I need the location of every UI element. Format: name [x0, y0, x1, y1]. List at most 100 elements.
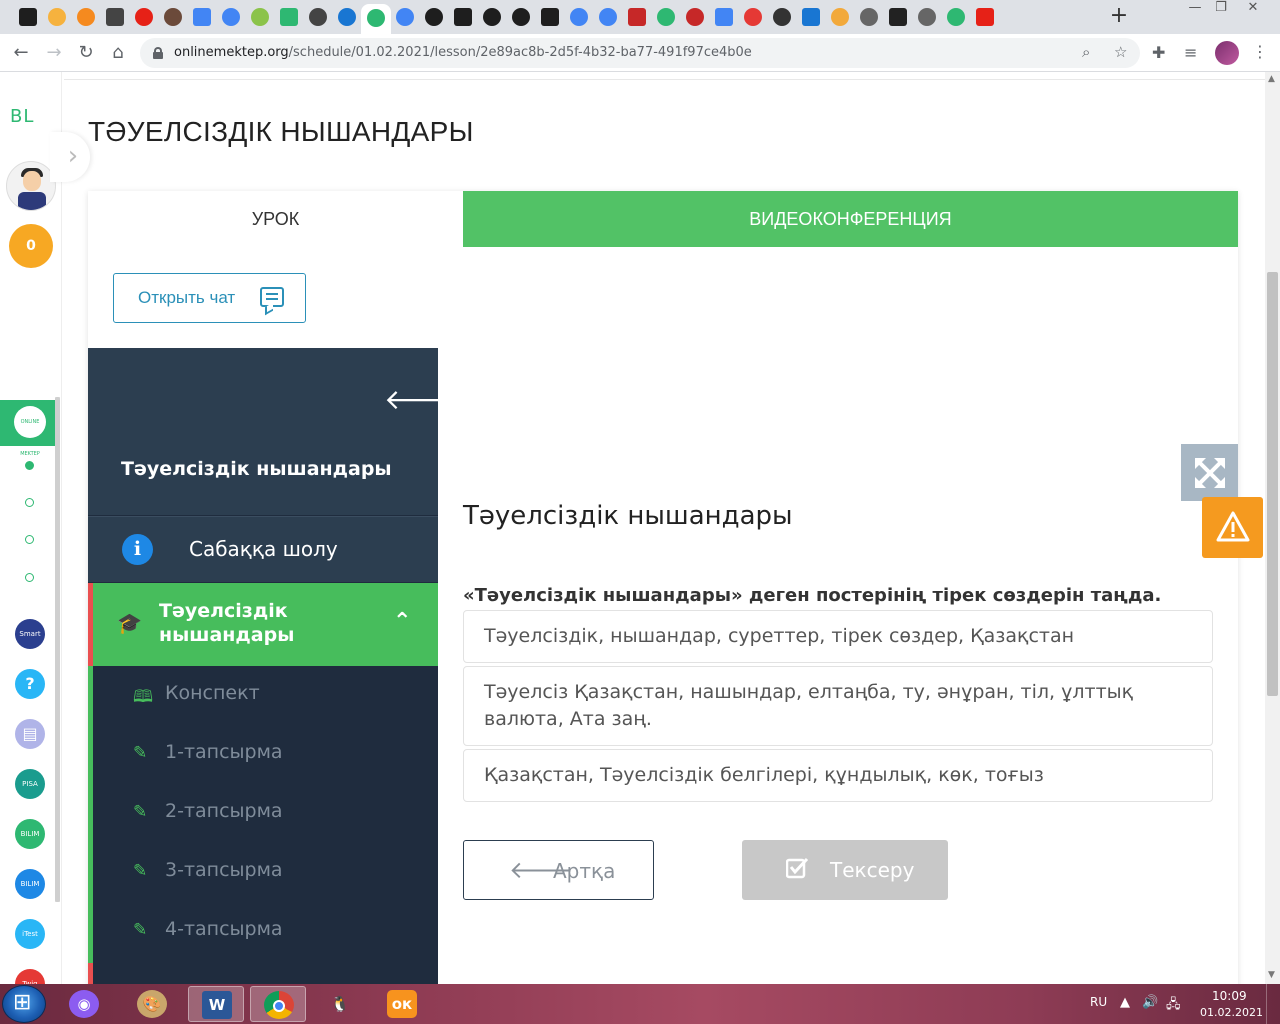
- browser-tab[interactable]: [251, 8, 269, 26]
- bookmark-star-icon[interactable]: ☆: [1114, 43, 1127, 61]
- sidebar-sub-item[interactable]: 🕮 Конспект: [93, 666, 438, 725]
- address-bar[interactable]: onlinemektep.org/schedule/01.02.2021/les…: [140, 38, 1140, 68]
- browser-tab[interactable]: [425, 8, 443, 26]
- browser-tab[interactable]: [889, 8, 907, 26]
- scroll-down-icon[interactable]: ▼: [1268, 970, 1275, 980]
- coins-badge[interactable]: 0: [9, 224, 53, 268]
- answer-option[interactable]: Тәуелсіз Қазақстан, нашындар, елтаңба, т…: [463, 666, 1213, 746]
- browser-tab[interactable]: [773, 8, 791, 26]
- tab-lesson[interactable]: УРОК: [88, 191, 463, 247]
- sidebar-item-active-section[interactable]: 🎓 Тәуелсіздік нышандары ⌃: [88, 583, 438, 666]
- url-text[interactable]: onlinemektep.org/schedule/01.02.2021/les…: [174, 45, 752, 60]
- rail-app-icon[interactable]: ?: [15, 669, 45, 699]
- reload-icon[interactable]: ↻: [74, 41, 98, 65]
- show-desktop-button[interactable]: [1266, 984, 1280, 1024]
- start-button[interactable]: [2, 985, 46, 1023]
- browser-tab[interactable]: [106, 8, 124, 26]
- answer-option[interactable]: Қазақстан, Тәуелсіздік белгілері, құндыл…: [463, 749, 1213, 802]
- arrow-left-icon[interactable]: 🡐: [384, 382, 459, 416]
- browser-tab[interactable]: [222, 8, 240, 26]
- browser-tab[interactable]: [164, 8, 182, 26]
- browser-tab[interactable]: [454, 8, 472, 26]
- home-icon[interactable]: ⌂: [106, 41, 130, 65]
- zoom-icon[interactable]: ⌕: [1082, 43, 1090, 61]
- taskbar-app-alice[interactable]: ◉: [56, 986, 112, 1022]
- browser-tab[interactable]: [657, 8, 675, 26]
- tray-date[interactable]: 01.02.2021: [1200, 1006, 1263, 1019]
- minimize-button[interactable]: —: [1182, 0, 1208, 18]
- browser-tab[interactable]: [918, 8, 936, 26]
- page-scrollbar[interactable]: [1267, 272, 1278, 696]
- rail-app-icon[interactable]: PISA: [15, 769, 45, 799]
- tray-time[interactable]: 10:09: [1212, 989, 1247, 1003]
- browser-tab[interactable]: [570, 8, 588, 26]
- rail-scrollbar[interactable]: [55, 397, 60, 902]
- browser-tab[interactable]: [744, 8, 762, 26]
- sidebar-sub-item[interactable]: ✎ 1-тапсырма: [93, 725, 438, 784]
- sidebar-sub-item[interactable]: ✎ 2-тапсырма: [93, 784, 438, 843]
- sidebar-item-overview[interactable]: i Сабаққа шолу: [88, 516, 438, 582]
- rail-app-icon[interactable]: ▤: [15, 719, 45, 749]
- rail-dot[interactable]: [25, 498, 34, 507]
- back-button[interactable]: 🡐 Артқа: [463, 840, 654, 900]
- browser-tab[interactable]: [338, 8, 356, 26]
- browser-tab[interactable]: [947, 8, 965, 26]
- browser-tab[interactable]: [396, 8, 414, 26]
- browser-tab[interactable]: [860, 8, 878, 26]
- taskbar-app-chrome[interactable]: [250, 986, 306, 1022]
- browser-tab[interactable]: [715, 8, 733, 26]
- answer-option[interactable]: Тәуелсіздік, нышандар, суреттер, тірек с…: [463, 610, 1213, 663]
- rail-dot[interactable]: [25, 573, 34, 582]
- volume-icon[interactable]: 🔊: [1142, 995, 1158, 1010]
- browser-tab[interactable]: [77, 8, 95, 26]
- report-warning-button[interactable]: [1202, 497, 1263, 558]
- reading-list-icon[interactable]: ≡: [1184, 43, 1197, 62]
- browser-tab[interactable]: [309, 8, 327, 26]
- rail-dot[interactable]: [25, 461, 34, 470]
- taskbar-app-penguin[interactable]: 🐧: [312, 986, 368, 1022]
- chevron-up-icon[interactable]: ⌃: [393, 609, 411, 634]
- back-nav-icon[interactable]: ←: [9, 41, 33, 65]
- browser-tab[interactable]: [976, 8, 994, 26]
- new-tab-button[interactable]: +: [1108, 5, 1130, 28]
- browser-tab[interactable]: [628, 8, 646, 26]
- tab-videoconference[interactable]: ВИДЕОКОНФЕРЕНЦИЯ: [463, 191, 1238, 247]
- extensions-icon[interactable]: ✚: [1152, 43, 1165, 62]
- browser-tab[interactable]: [280, 8, 298, 26]
- rail-expand-chevron-icon[interactable]: ›: [50, 132, 90, 182]
- taskbar-app-word[interactable]: W: [188, 986, 244, 1022]
- open-chat-button[interactable]: Открыть чат: [113, 273, 306, 323]
- browser-tab[interactable]: [686, 8, 704, 26]
- rail-app-icon[interactable]: Smart Nation: [15, 619, 45, 649]
- scroll-up-icon[interactable]: ▲: [1268, 74, 1275, 84]
- browser-tab[interactable]: [135, 8, 153, 26]
- brand-logo[interactable]: BL: [10, 106, 34, 127]
- browser-tab[interactable]: [193, 8, 211, 26]
- browser-tab[interactable]: [361, 4, 391, 34]
- maximize-button[interactable]: ❐: [1208, 0, 1234, 18]
- tray-language[interactable]: RU: [1090, 995, 1107, 1009]
- browser-tab[interactable]: [599, 8, 617, 26]
- taskbar-app-odnoklassniki[interactable]: ок: [374, 986, 430, 1022]
- rail-app-icon[interactable]: BILIM Book: [15, 869, 45, 899]
- browser-tab[interactable]: [541, 8, 559, 26]
- taskbar-app-paint[interactable]: 🎨: [124, 986, 180, 1022]
- menu-dots-icon[interactable]: ⋮: [1252, 42, 1268, 61]
- forward-nav-icon[interactable]: →: [42, 41, 66, 65]
- tray-arrow-icon[interactable]: ▲: [1120, 995, 1130, 1010]
- check-button[interactable]: Тексеру: [742, 840, 948, 900]
- browser-tab[interactable]: [48, 8, 66, 26]
- rail-app-icon[interactable]: Twig: [15, 969, 45, 984]
- sidebar-sub-item[interactable]: ✎ 3-тапсырма: [93, 843, 438, 902]
- network-icon[interactable]: 🖧: [1166, 995, 1181, 1017]
- browser-tab[interactable]: [483, 8, 501, 26]
- browser-tab[interactable]: [802, 8, 820, 26]
- rail-app-icon[interactable]: iTest: [15, 919, 45, 949]
- profile-avatar[interactable]: [1215, 41, 1239, 65]
- avatar[interactable]: [6, 161, 56, 211]
- rail-item-online-mektep[interactable]: ONLINE MEKTEP: [0, 400, 55, 457]
- browser-tab[interactable]: [512, 8, 530, 26]
- browser-tab[interactable]: [19, 8, 37, 26]
- browser-tab[interactable]: [831, 8, 849, 26]
- close-window-button[interactable]: ✕: [1240, 0, 1266, 18]
